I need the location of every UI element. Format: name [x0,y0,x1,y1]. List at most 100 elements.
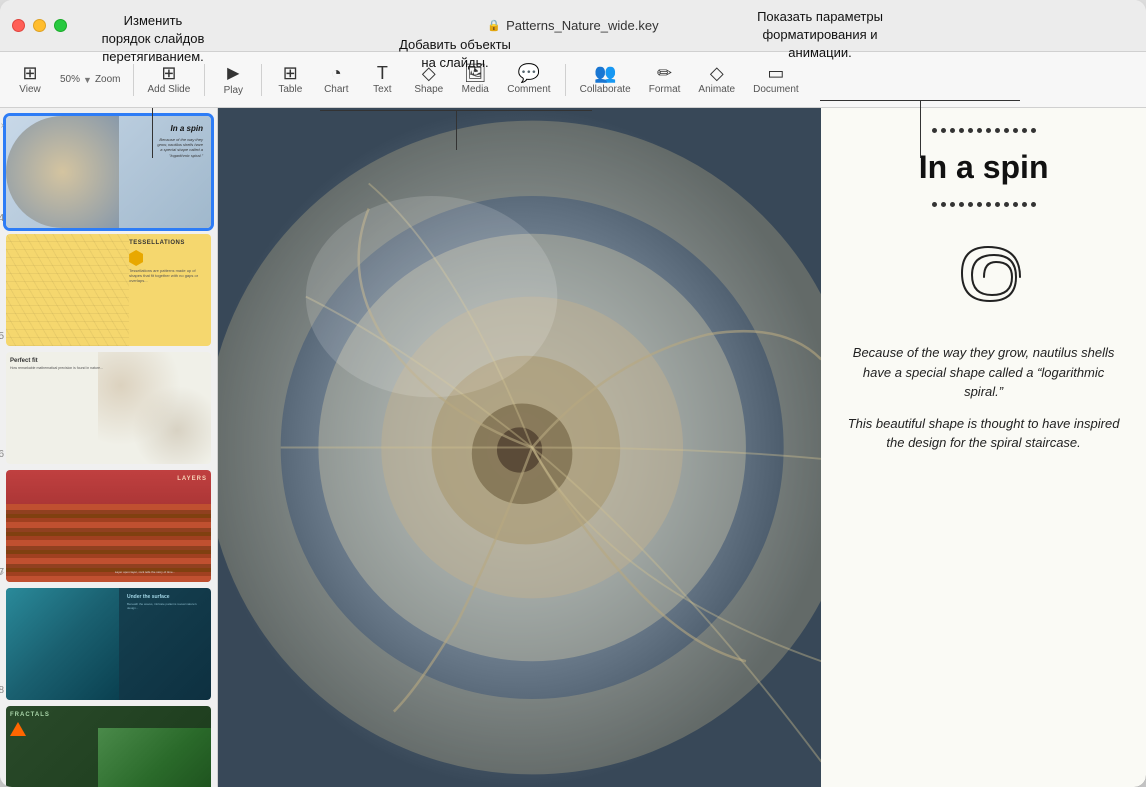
minimize-button[interactable] [33,19,46,32]
slide7-title: LAYERS [177,476,207,482]
dot-10 [1013,128,1018,133]
zoom-button[interactable]: 50% ▼ Zoom [54,70,127,89]
separator-2 [204,64,205,96]
format-icon: ✏ [657,64,672,82]
collaborate-label: Collaborate [580,84,631,95]
slide5-background [6,234,129,346]
slide-item-8[interactable]: Under the surface Beneath the waves, int… [6,588,211,700]
zoom-chevron-icon: ▼ [83,75,92,85]
slide-panel[interactable]: In a spin Because of the way theygrow, n… [0,108,218,787]
slide8-content: Under the surface Beneath the waves, int… [6,588,211,700]
slide-thumbnail-5: TESSELLATIONS Tessellations are patterns… [6,234,211,346]
dot-7 [986,128,991,133]
slide6-background [98,352,211,464]
separator-1 [133,64,134,96]
slide-row-7: LAYERS Layer upon layer, rock tells the … [6,470,211,582]
play-button[interactable]: ▶ Play [211,59,255,100]
dot-b2 [941,202,946,207]
slide-thumbnail-4: In a spin Because of the way theygrow, n… [6,116,211,228]
shape-button[interactable]: ◇ Shape [406,60,451,99]
dot-12 [1031,128,1036,133]
comment-button[interactable]: 💬 Comment [499,60,558,99]
slide-heading: In a spin [845,149,1122,186]
slide-collapse-7: › [1,567,4,578]
slide-row-6: Perfect fit How remarkable mathematical … [6,352,211,464]
slide-thumbnail-9: FRACTALS [6,706,211,787]
slide-row-5: TESSELLATIONS Tessellations are patterns… [6,234,211,346]
dot-3 [950,128,955,133]
media-button[interactable]: 🖼 Media [453,60,497,99]
lock-icon: 🔒 [487,19,501,32]
animate-button[interactable]: ◇ Animate [690,60,743,99]
slide7-content: LAYERS Layer upon layer, rock tells the … [6,470,211,582]
media-icon: 🖼 [464,64,487,82]
slide4-image [6,116,119,228]
collaborate-button[interactable]: 👥 Collaborate [572,60,639,99]
toolbar-add-group: ⊞ Add Slide [140,60,199,99]
toolbar: ⊞ View 50% ▼ Zoom ⊞ Add Slide ▶ Play ⊞ [0,52,1146,108]
dot-b6 [977,202,982,207]
add-slide-button[interactable]: ⊞ Add Slide [140,60,199,99]
slide-collapse-4: › [1,120,4,131]
slide-canvas[interactable]: In a spin [218,108,1146,787]
slide8-text: Under the surface Beneath the waves, int… [127,594,207,610]
slide-item-4[interactable]: In a spin Because of the way theygrow, n… [6,116,211,228]
slide-item-9[interactable]: FRACTALS [6,706,211,787]
dot-11 [1022,128,1027,133]
zoom-label: Zoom [95,74,121,85]
slide9-title: FRACTALS [10,712,50,718]
canvas-area: In a spin [218,108,1146,787]
text-button[interactable]: T Text [360,60,404,99]
slide-item-7[interactable]: LAYERS Layer upon layer, rock tells the … [6,470,211,582]
slide9-triangle-icon [10,722,26,736]
shape-icon: ◇ [422,64,436,82]
dot-b5 [968,202,973,207]
view-button[interactable]: ⊞ View [8,60,52,99]
dot-b7 [986,202,991,207]
dots-separator-bottom [845,202,1122,207]
chart-button[interactable]: ◔ Chart [314,60,358,99]
document-icon: ▭ [767,64,784,82]
comment-label: Comment [507,84,550,95]
dot-b10 [1013,202,1018,207]
slide-thumbnail-6: Perfect fit How remarkable mathematical … [6,352,211,464]
dot-b11 [1022,202,1027,207]
document-button[interactable]: ▭ Document [745,60,807,99]
document-label: Document [753,84,799,95]
media-label: Media [462,84,489,95]
slide-body-text-1: Because of the way they grow, nautilus s… [845,343,1122,402]
slide6-content: Perfect fit How remarkable mathematical … [6,352,211,464]
format-button[interactable]: ✏ Format [641,60,689,99]
zoom-value: 50% [60,74,80,85]
dot-9 [1004,128,1009,133]
dot-b8 [995,202,1000,207]
slide8-title: Under the surface [127,594,207,600]
slide-num-4: 4 [0,213,4,224]
slide9-fern [98,728,211,787]
animate-icon: ◇ [710,64,724,82]
text-icon: T [377,64,388,82]
slide-num-5: 5 [0,331,4,342]
fullscreen-button[interactable] [54,19,67,32]
dot-1 [932,128,937,133]
slide9-content: FRACTALS [6,706,211,787]
chart-label: Chart [324,84,348,95]
slide-body-text-2: This beautiful shape is thought to have … [845,414,1122,453]
table-button[interactable]: ⊞ Table [268,60,312,99]
toolbar-right-group: 👥 Collaborate ✏ Format ◇ Animate ▭ Docum… [572,60,807,99]
close-button[interactable] [12,19,25,32]
dot-b1 [932,202,937,207]
table-label: Table [278,84,302,95]
slide4-content: In a spin Because of the way theygrow, n… [6,116,211,228]
slide-row-9: FRACTALS 9 [6,706,211,787]
slide6-body: How remarkable mathematical precision is… [10,366,103,370]
view-label: View [19,84,41,95]
text-label: Text [373,84,391,95]
slide-text-panel: In a spin [821,108,1146,787]
traffic-lights [12,19,67,32]
slide-item-5[interactable]: TESSELLATIONS Tessellations are patterns… [6,234,211,346]
dot-8 [995,128,1000,133]
slide-item-6[interactable]: Perfect fit How remarkable mathematical … [6,352,211,464]
slide-thumbnail-8: Under the surface Beneath the waves, int… [6,588,211,700]
dot-b4 [959,202,964,207]
